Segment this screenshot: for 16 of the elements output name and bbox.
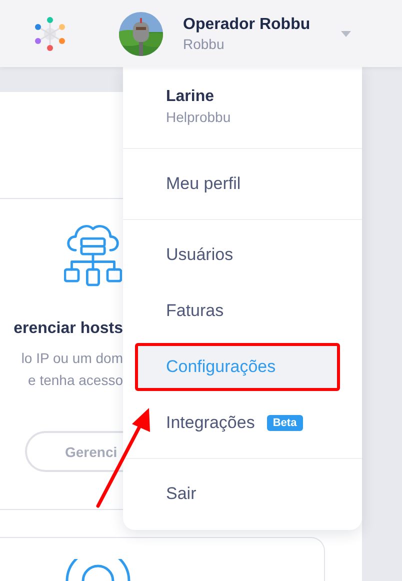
menu-item[interactable]: Usuários [135,235,242,275]
menu-item[interactable]: Faturas [135,291,232,331]
account-organization: Helprobbu [166,108,232,127]
beta-badge: Beta [266,415,303,431]
menu-item[interactable]: Meu perfil [135,164,249,204]
card-title: erenciar hosts [14,319,123,339]
account-name: Larine [166,87,216,107]
organization-name: Robbu [183,34,226,52]
card-description: e tenha acesso [28,371,123,390]
caret-icon[interactable] [341,30,351,36]
card-description: lo IP ou um dom [21,349,123,368]
logo-icon [34,16,66,52]
menu-item[interactable]: Sair [135,474,204,514]
arc-icon [63,559,133,581]
user-name: Operador Robbu [183,14,312,34]
menu-item[interactable]: Integrações [135,403,263,443]
